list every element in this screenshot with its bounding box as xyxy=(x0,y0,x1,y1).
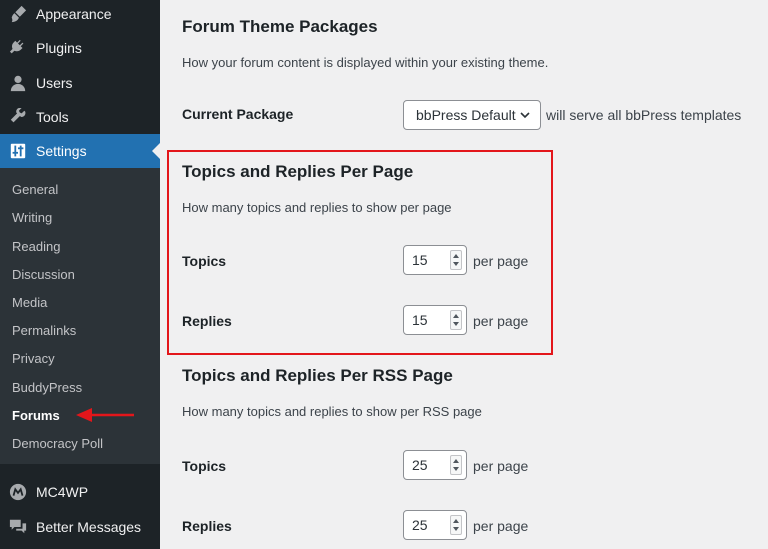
submenu-discussion[interactable]: Discussion xyxy=(12,267,75,283)
per-page-title: Topics and Replies Per Page xyxy=(182,162,414,181)
theme-packages-description: How your forum content is displayed with… xyxy=(182,55,549,70)
spinner-arrows-icon[interactable] xyxy=(450,250,462,270)
submenu-media[interactable]: Media xyxy=(12,295,47,311)
per-page-topics-input[interactable]: 15 xyxy=(403,245,467,275)
per-rss-topics-label: Topics xyxy=(182,458,227,474)
submenu-privacy[interactable]: Privacy xyxy=(12,351,55,367)
per-page-description: How many topics and replies to show per … xyxy=(182,200,452,215)
per-rss-page-description: How many topics and replies to show per … xyxy=(182,404,482,419)
mc4wp-icon xyxy=(0,483,36,501)
menu-tools[interactable]: Tools xyxy=(0,100,160,134)
per-page-topics-label: Topics xyxy=(182,253,227,269)
menu-label: Appearance xyxy=(36,6,112,22)
per-rss-replies-label: Replies xyxy=(182,518,232,534)
per-rss-topics-input[interactable]: 25 xyxy=(403,450,467,480)
submenu-general[interactable]: General xyxy=(12,182,58,198)
plug-icon xyxy=(0,39,36,57)
per-page-replies-input[interactable]: 15 xyxy=(403,305,467,335)
active-pointer xyxy=(152,143,160,159)
menu-mc4wp[interactable]: MC4WP xyxy=(0,475,160,509)
spinner-arrows-icon[interactable] xyxy=(450,515,462,535)
submenu-forums[interactable]: Forums xyxy=(12,408,60,424)
current-package-label: Current Package xyxy=(182,106,294,122)
wrench-icon xyxy=(0,108,36,126)
menu-label: MC4WP xyxy=(36,484,89,500)
submenu-buddypress[interactable]: BuddyPress xyxy=(12,380,82,396)
per-rss-replies-input[interactable]: 25 xyxy=(403,510,467,540)
submenu-writing[interactable]: Writing xyxy=(12,210,52,226)
menu-label: Better Messages xyxy=(36,519,142,535)
menu-label: Plugins xyxy=(36,40,82,56)
menu-label: Users xyxy=(36,75,73,91)
chevron-down-icon xyxy=(520,112,530,119)
per-page-replies-value: 15 xyxy=(412,312,428,328)
chat-bubbles-icon xyxy=(0,518,36,536)
menu-label: Tools xyxy=(36,109,69,125)
per-rss-replies-value: 25 xyxy=(412,517,428,533)
menu-settings[interactable]: Settings xyxy=(0,134,160,168)
submenu-democracy-poll[interactable]: Democracy Poll xyxy=(12,436,103,452)
sliders-icon xyxy=(0,142,36,160)
admin-sidebar: Appearance Plugins Users Tools Settings … xyxy=(0,0,160,549)
per-rss-page-title: Topics and Replies Per RSS Page xyxy=(182,366,453,385)
paintbrush-icon xyxy=(0,5,36,23)
per-page-replies-label: Replies xyxy=(182,313,232,329)
menu-users[interactable]: Users xyxy=(0,66,160,100)
current-package-suffix: will serve all bbPress templates xyxy=(546,107,742,123)
current-package-value: bbPress Default xyxy=(416,107,516,123)
per-page-topics-unit: per page xyxy=(473,253,529,269)
menu-plugins[interactable]: Plugins xyxy=(0,31,160,65)
red-arrow-annotation xyxy=(76,408,134,422)
submenu-permalinks[interactable]: Permalinks xyxy=(12,323,76,339)
menu-label: Settings xyxy=(36,143,87,159)
spinner-arrows-icon[interactable] xyxy=(450,455,462,475)
per-page-topics-value: 15 xyxy=(412,252,428,268)
per-page-replies-unit: per page xyxy=(473,313,529,329)
spinner-arrows-icon[interactable] xyxy=(450,310,462,330)
per-rss-replies-unit: per page xyxy=(473,518,529,534)
current-package-select[interactable]: bbPress Default xyxy=(403,100,541,130)
submenu-reading[interactable]: Reading xyxy=(12,239,60,255)
menu-appearance[interactable]: Appearance xyxy=(0,0,160,31)
theme-packages-title: Forum Theme Packages xyxy=(182,17,378,36)
per-rss-topics-value: 25 xyxy=(412,457,428,473)
user-icon xyxy=(0,74,36,92)
menu-better-messages[interactable]: Better Messages xyxy=(0,510,160,544)
per-rss-topics-unit: per page xyxy=(473,458,529,474)
